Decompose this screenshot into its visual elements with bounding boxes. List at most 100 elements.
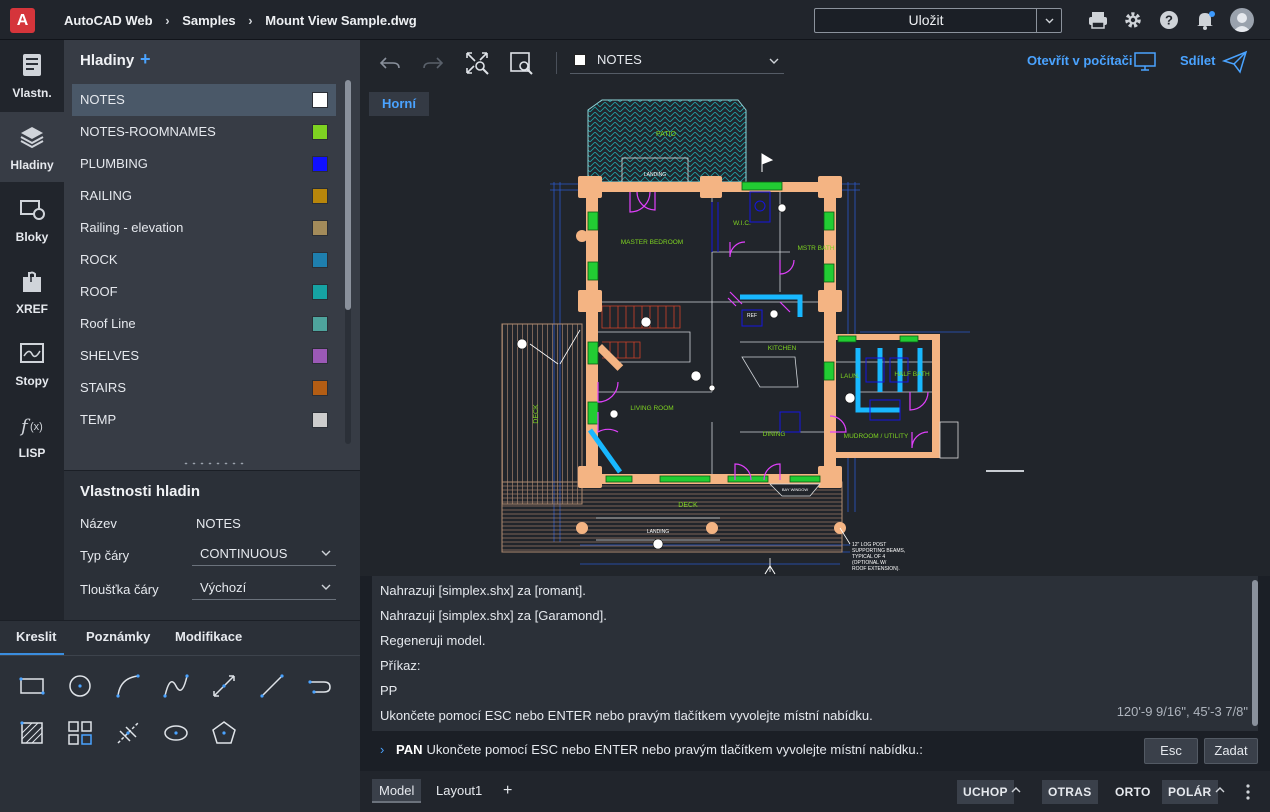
rail-item-xref[interactable]: XREF <box>0 256 64 326</box>
chevron-up-icon[interactable] <box>1214 785 1226 795</box>
layer-row[interactable]: RAILING <box>72 180 336 212</box>
mstr-bath-label: MSTR BATH <box>797 245 834 252</box>
zoom-window-icon[interactable] <box>508 50 534 76</box>
add-layer-button[interactable]: + <box>140 49 151 70</box>
wic-label: W.I.C. <box>733 220 751 227</box>
layer-color-swatch[interactable] <box>312 252 328 268</box>
polygon-tool-icon[interactable] <box>210 719 238 747</box>
block-insert-icon[interactable] <box>66 719 94 747</box>
enter-button[interactable]: Zadat <box>1204 738 1258 764</box>
toggle-ortho[interactable]: ORTO <box>1109 780 1157 804</box>
xref-icon <box>19 268 45 294</box>
history-scrollbar[interactable] <box>1252 580 1258 726</box>
layer-row[interactable]: STAIRS <box>72 372 336 404</box>
layer-row[interactable]: SHELVES <box>72 340 336 372</box>
hatch-tool-icon[interactable] <box>18 719 46 747</box>
panel-resize-handle[interactable] <box>182 461 244 466</box>
rail-item-blocks[interactable]: Bloky <box>0 184 64 254</box>
monitor-icon[interactable] <box>1134 52 1156 72</box>
ellipse-tool-icon[interactable] <box>162 719 190 747</box>
view-cube-label[interactable]: Horní <box>369 92 429 116</box>
tab-modify[interactable]: Modifikace <box>175 629 242 644</box>
redo-icon[interactable] <box>420 50 446 76</box>
layer-row[interactable]: NOTES <box>72 84 336 116</box>
toggle-otrack[interactable]: OTRAS <box>1042 780 1098 804</box>
rail-item-properties[interactable]: Vlastn. <box>0 40 64 110</box>
autocad-logo[interactable]: A <box>10 8 35 33</box>
layer-row[interactable]: ROOF <box>72 276 336 308</box>
open-desktop-link[interactable]: Otevřít v počítači <box>1027 53 1132 68</box>
layer-color-swatch[interactable] <box>312 284 328 300</box>
chevron-up-icon[interactable] <box>1010 785 1022 795</box>
layer-color-swatch[interactable] <box>312 348 328 364</box>
layer-row[interactable]: ROCK <box>72 244 336 276</box>
scrollbar-thumb[interactable] <box>345 80 351 310</box>
spline-tool-icon[interactable] <box>162 672 190 700</box>
layer-list-scrollbar[interactable] <box>345 80 351 444</box>
current-layer-select[interactable]: NOTES <box>570 46 784 74</box>
esc-button[interactable]: Esc <box>1144 738 1198 764</box>
rail-item-layers[interactable]: Hladiny <box>0 112 64 182</box>
svg-text:(x): (x) <box>30 421 43 433</box>
layer-row[interactable]: PLUMBING <box>72 148 336 180</box>
north-flag <box>761 153 774 172</box>
layer-color-swatch[interactable] <box>312 412 328 428</box>
command-line[interactable]: › PAN Ukončete pomocí ESC nebo ENTER nebo… <box>372 731 1270 771</box>
lineweight-value: Výchozí <box>200 580 247 595</box>
gear-icon[interactable] <box>1122 9 1144 31</box>
bell-icon[interactable] <box>1194 9 1216 31</box>
help-icon[interactable]: ? <box>1158 9 1180 31</box>
layer-color-swatch[interactable] <box>312 316 328 332</box>
send-icon[interactable] <box>1222 50 1248 74</box>
undo-icon[interactable] <box>377 50 403 76</box>
linetype-select[interactable]: CONTINUOUS <box>192 541 336 566</box>
xline-tool-icon[interactable] <box>210 672 238 700</box>
polyline-tool-icon[interactable] <box>306 672 334 700</box>
rail-item-label: XREF <box>15 302 48 316</box>
breadcrumb-folder[interactable]: Samples <box>182 13 235 28</box>
rail-item-traces[interactable]: Stopy <box>0 328 64 398</box>
tab-layout1[interactable]: Layout1 <box>429 779 489 803</box>
save-dropdown-button[interactable] <box>1036 9 1061 32</box>
layer-row[interactable]: TEMP <box>72 404 336 436</box>
status-bar: Model Layout1 + UCHOP OTRAS ORTO POLÁR <box>360 771 1270 812</box>
layer-name: ROOF <box>80 284 118 299</box>
name-label: Název <box>80 516 117 531</box>
landing-bottom-label: LANDING <box>647 529 669 535</box>
layer-row[interactable]: NOTES-ROOMNAMES <box>72 116 336 148</box>
tab-draw[interactable]: Kreslit <box>16 629 56 644</box>
rail-item-lisp[interactable]: f (x) LISP <box>0 400 64 470</box>
layer-color-swatch[interactable] <box>312 92 328 108</box>
toggle-snap[interactable]: UCHOP <box>957 780 1014 804</box>
tab-model[interactable]: Model <box>372 779 422 803</box>
layer-row[interactable]: Railing - elevation <box>72 212 336 244</box>
layer-color-swatch[interactable] <box>312 188 328 204</box>
print-icon[interactable] <box>1087 9 1109 31</box>
laun-label: LAUN. <box>840 373 859 380</box>
add-layout-button[interactable]: + <box>496 779 519 803</box>
user-avatar[interactable] <box>1230 8 1254 32</box>
layer-color-swatch[interactable] <box>312 220 328 236</box>
zoom-extents-icon[interactable] <box>464 50 490 76</box>
tab-annotations[interactable]: Poznámky <box>86 629 150 644</box>
layer-color-swatch[interactable] <box>312 156 328 172</box>
arc-tool-icon[interactable] <box>114 672 142 700</box>
breadcrumb-app[interactable]: AutoCAD Web <box>64 13 153 28</box>
chevron-right-icon: › <box>248 13 253 29</box>
rectangle-tool-icon[interactable] <box>18 672 46 700</box>
line-tool-icon[interactable] <box>258 672 286 700</box>
trim-tool-icon[interactable] <box>114 719 142 747</box>
rail-item-label: Stopy <box>15 374 49 388</box>
layer-color-swatch[interactable] <box>312 124 328 140</box>
toggle-polar[interactable]: POLÁR <box>1162 780 1218 804</box>
layer-row[interactable]: Roof Line <box>72 308 336 340</box>
circle-tool-icon[interactable] <box>66 672 94 700</box>
drawing-canvas[interactable]: NOTES Otevřít v počítači Sdílet Horní PA… <box>360 40 1270 576</box>
more-options-icon[interactable] <box>1244 782 1252 802</box>
share-link[interactable]: Sdílet <box>1180 53 1215 68</box>
save-split-button: Uložit <box>814 8 1062 33</box>
save-button[interactable]: Uložit <box>815 9 1037 32</box>
traces-icon <box>19 340 45 366</box>
lineweight-select[interactable]: Výchozí <box>192 575 336 600</box>
layer-color-swatch[interactable] <box>312 380 328 396</box>
